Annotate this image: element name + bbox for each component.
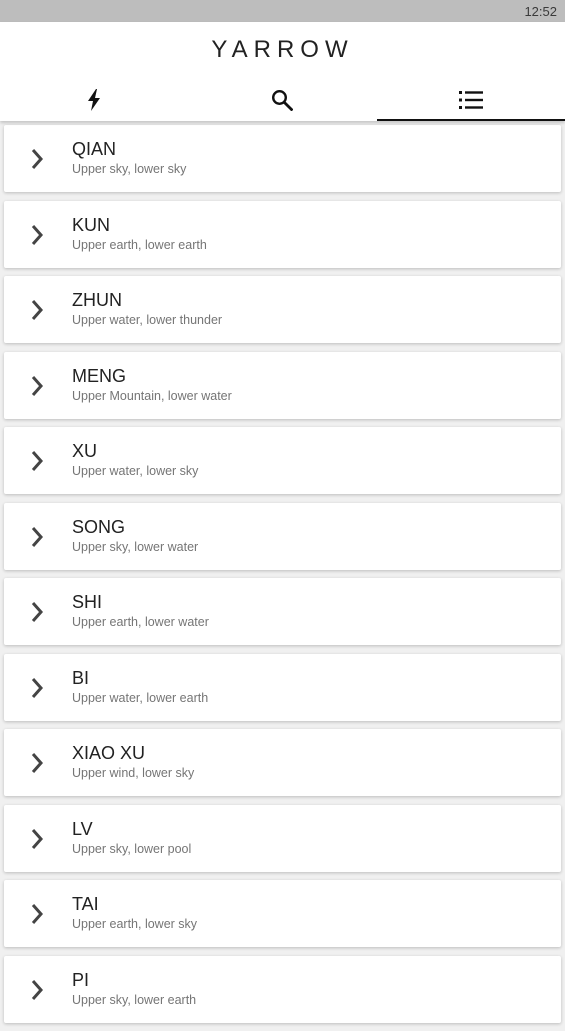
- list-item[interactable]: TAI Upper earth, lower sky: [4, 880, 561, 947]
- list-item[interactable]: XIAO XU Upper wind, lower sky: [4, 729, 561, 796]
- hexagram-title: SHI: [72, 592, 103, 612]
- list-item[interactable]: SHI Upper earth, lower water: [4, 578, 561, 645]
- list-icon: [458, 90, 483, 110]
- list-item[interactable]: QIAN Upper sky, lower sky: [4, 125, 561, 192]
- hexagram-subtitle: Upper sky, lower pool: [72, 841, 192, 856]
- hexagram-list: QIAN Upper sky, lower sky KUN Upper earth, …: [4, 125, 561, 1031]
- list-item[interactable]: MENG Upper Mountain, lower water: [4, 351, 561, 419]
- chevron-right-icon: [30, 223, 46, 247]
- list-item[interactable]: BI Upper water, lower earth: [4, 653, 561, 721]
- hexagram-subtitle: Upper sky, lower earth: [72, 992, 197, 1007]
- hexagram-subtitle: Upper earth, lower earth: [72, 237, 207, 252]
- chevron-right-icon: [30, 147, 46, 171]
- hexagram-title: TAI: [72, 894, 99, 914]
- hexagram-subtitle: Upper earth, lower water: [72, 615, 209, 629]
- hexagram-subtitle: Upper earth, lower sky: [72, 917, 198, 931]
- hexagram-title: MENG: [72, 365, 126, 386]
- lightning-icon: [87, 88, 101, 111]
- chevron-right-icon: [30, 827, 46, 851]
- hexagram-title: PI: [72, 969, 90, 990]
- hexagram-title: BI: [72, 667, 90, 688]
- hexagram-subtitle: Upper wind, lower sky: [72, 766, 195, 780]
- search-icon: [271, 89, 294, 111]
- hexagram-title: LV: [72, 818, 93, 839]
- list-item[interactable]: KUN Upper earth, lower earth: [4, 200, 561, 268]
- chevron-right-icon: [30, 449, 46, 473]
- hexagram-title: XIAO XU: [72, 743, 146, 763]
- tab-search[interactable]: [188, 78, 376, 121]
- tab-cast[interactable]: [0, 78, 188, 121]
- hexagram-subtitle: Upper sky, lower sky: [72, 162, 187, 176]
- chevron-right-icon: [30, 600, 46, 624]
- chevron-right-icon: [30, 902, 46, 926]
- hexagram-title: KUN: [72, 214, 111, 235]
- list-item[interactable]: PI Upper sky, lower earth: [4, 955, 561, 1023]
- chevron-right-icon: [30, 978, 46, 1002]
- list-item[interactable]: ZHUN Upper water, lower thunder: [4, 276, 561, 343]
- hexagram-title: ZHUN: [72, 290, 122, 310]
- tab-list[interactable]: [376, 78, 565, 121]
- status-time: 12:52: [524, 4, 557, 19]
- chevron-right-icon: [30, 676, 46, 700]
- app-header: YARROW: [0, 22, 565, 121]
- chevron-right-icon: [30, 374, 46, 398]
- list-item[interactable]: SONG Upper sky, lower water: [4, 502, 561, 570]
- hexagram-subtitle: Upper water, lower sky: [72, 464, 199, 478]
- hexagram-title: SONG: [72, 516, 126, 537]
- app-title: YARROW: [211, 36, 354, 63]
- hexagram-title: XU: [72, 441, 98, 461]
- chevron-right-icon: [30, 751, 46, 775]
- chevron-right-icon: [30, 298, 46, 322]
- hexagram-subtitle: Upper sky, lower water: [72, 539, 199, 554]
- hexagram-subtitle: Upper water, lower earth: [72, 690, 209, 705]
- hexagram-subtitle: Upper water, lower thunder: [72, 313, 223, 327]
- hexagram-title: QIAN: [72, 139, 117, 159]
- status-bar: 12:52: [0, 0, 565, 22]
- list-item[interactable]: XU Upper water, lower sky: [4, 427, 561, 494]
- hexagram-subtitle: Upper Mountain, lower water: [72, 388, 232, 403]
- list-item[interactable]: LV Upper sky, lower pool: [4, 804, 561, 872]
- chevron-right-icon: [30, 525, 46, 549]
- tab-bar: [0, 78, 565, 121]
